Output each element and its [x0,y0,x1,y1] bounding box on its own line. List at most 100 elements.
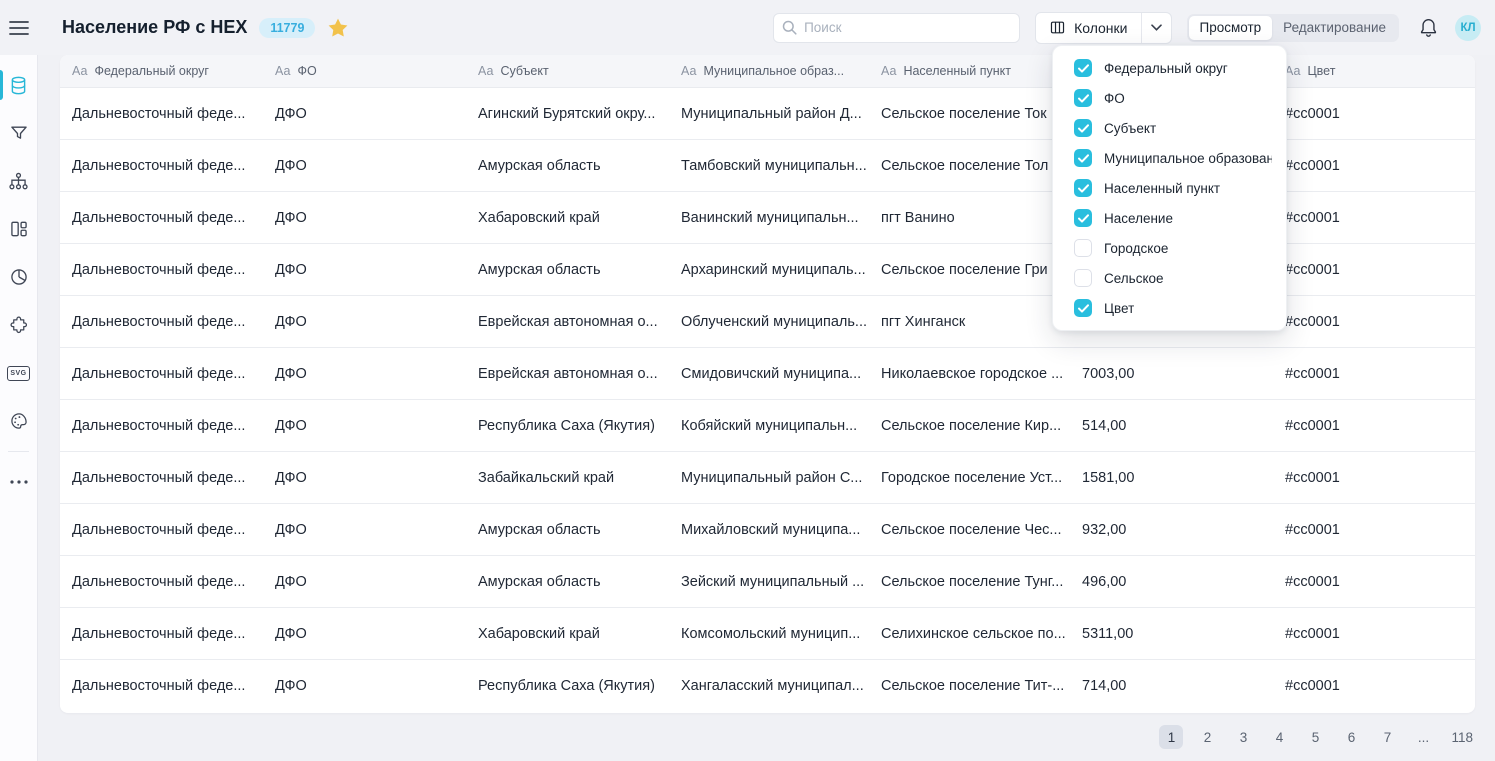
table-row[interactable]: Дальневосточный феде...ДФОЗабайкальский … [60,452,1475,504]
table-cell[interactable]: Дальневосточный феде... [72,262,275,278]
table-cell[interactable]: Хабаровский край [478,210,681,226]
table-cell[interactable]: Дальневосточный феде... [72,470,275,486]
sidebar-item-database[interactable] [0,61,37,109]
pagination-page-button[interactable]: 1 [1159,725,1183,749]
table-cell[interactable]: #cc0001 [1285,522,1475,538]
column-header[interactable]: АаМуниципальное образ... [681,64,881,78]
checkbox-checked-icon[interactable] [1074,89,1092,107]
table-cell[interactable]: Тамбовский муниципальн... [681,158,881,174]
table-cell[interactable]: Дальневосточный феде... [72,366,275,382]
table-cell[interactable]: 514,00 [1082,418,1285,434]
checkbox-checked-icon[interactable] [1074,209,1092,227]
pagination-page-button[interactable]: 4 [1267,725,1291,749]
table-cell[interactable]: Михайловский муниципа... [681,522,881,538]
favorite-star-icon[interactable] [328,18,348,37]
column-visibility-item[interactable]: Сельское [1053,263,1286,293]
table-cell[interactable]: Еврейская автономная о... [478,366,681,382]
table-cell[interactable]: ДФО [275,210,478,226]
table-cell[interactable]: Ванинский муниципальн... [681,210,881,226]
table-cell[interactable]: Забайкальский край [478,470,681,486]
table-cell[interactable]: 932,00 [1082,522,1285,538]
table-cell[interactable]: Амурская область [478,574,681,590]
table-cell[interactable]: Дальневосточный феде... [72,418,275,434]
table-cell[interactable]: #cc0001 [1285,158,1475,174]
column-visibility-item[interactable]: ФО [1053,83,1286,113]
pagination-page-button[interactable]: 3 [1231,725,1255,749]
table-cell[interactable]: Дальневосточный феде... [72,678,275,694]
table-cell[interactable]: Дальневосточный феде... [72,314,275,330]
column-visibility-item[interactable]: Субъект [1053,113,1286,143]
pagination-page-button[interactable]: 6 [1339,725,1363,749]
column-visibility-item[interactable]: Цвет [1053,293,1286,323]
table-cell[interactable]: Зейский муниципальный ... [681,574,881,590]
table-cell[interactable]: Сельское поселение Кир... [881,418,1082,434]
table-cell[interactable]: Сельское поселение Тит-... [881,678,1082,694]
column-visibility-item[interactable]: Федеральный округ [1053,53,1286,83]
column-header[interactable]: АаФедеральный округ [72,64,275,78]
sidebar-item-charts[interactable] [0,253,37,301]
user-avatar[interactable]: КЛ [1455,15,1481,41]
table-cell[interactable]: 5311,00 [1082,626,1285,642]
table-cell[interactable]: Кобяйский муниципальн... [681,418,881,434]
table-cell[interactable]: ДФО [275,678,478,694]
table-cell[interactable]: #cc0001 [1285,626,1475,642]
column-header[interactable]: АаФО [275,64,478,78]
sidebar-item-filters[interactable] [0,109,37,157]
checkbox-checked-icon[interactable] [1074,179,1092,197]
sidebar-item-hierarchy[interactable] [0,157,37,205]
column-header[interactable]: АаЦвет [1285,64,1475,78]
table-cell[interactable]: Муниципальный район Д... [681,106,881,122]
table-cell[interactable]: 714,00 [1082,678,1285,694]
table-cell[interactable]: Дальневосточный феде... [72,158,275,174]
search-input[interactable] [773,13,1020,43]
checkbox-checked-icon[interactable] [1074,149,1092,167]
table-cell[interactable]: Амурская область [478,522,681,538]
checkbox-unchecked-icon[interactable] [1074,239,1092,257]
table-cell[interactable]: #cc0001 [1285,262,1475,278]
table-cell[interactable]: 496,00 [1082,574,1285,590]
table-cell[interactable]: Архаринский муниципаль... [681,262,881,278]
table-cell[interactable]: ДФО [275,574,478,590]
sidebar-item-palette[interactable] [0,397,37,445]
table-cell[interactable]: #cc0001 [1285,418,1475,434]
table-cell[interactable]: ДФО [275,470,478,486]
columns-button[interactable]: Колонки [1036,13,1141,43]
table-cell[interactable]: #cc0001 [1285,106,1475,122]
table-cell[interactable]: ДФО [275,314,478,330]
checkbox-checked-icon[interactable] [1074,119,1092,137]
table-cell[interactable]: Облученский муниципаль... [681,314,881,330]
tab-edit-mode[interactable]: Редактирование [1272,16,1397,40]
sidebar-item-plugins[interactable] [0,301,37,349]
pagination-page-button[interactable]: 118 [1447,725,1477,749]
checkbox-checked-icon[interactable] [1074,59,1092,77]
column-visibility-item[interactable]: Население [1053,203,1286,233]
notifications-bell-icon[interactable] [1419,17,1438,38]
table-cell[interactable]: Комсомольский муницип... [681,626,881,642]
table-cell[interactable]: Дальневосточный феде... [72,626,275,642]
columns-dropdown-caret[interactable] [1142,13,1171,43]
table-cell[interactable]: #cc0001 [1285,678,1475,694]
table-row[interactable]: Дальневосточный феде...ДФОХабаровский кр… [60,608,1475,660]
table-cell[interactable]: Республика Саха (Якутия) [478,418,681,434]
table-row[interactable]: Дальневосточный феде...ДФОРеспублика Сах… [60,660,1475,712]
table-cell[interactable]: #cc0001 [1285,210,1475,226]
column-visibility-item[interactable]: Муниципальное образован... [1053,143,1286,173]
table-cell[interactable]: ДФО [275,626,478,642]
sidebar-item-more[interactable] [0,458,37,506]
table-cell[interactable]: #cc0001 [1285,470,1475,486]
table-cell[interactable]: Дальневосточный феде... [72,574,275,590]
tab-view-mode[interactable]: Просмотр [1189,16,1273,40]
table-cell[interactable]: Амурская область [478,158,681,174]
table-cell[interactable]: Еврейская автономная о... [478,314,681,330]
pagination-page-button[interactable]: 5 [1303,725,1327,749]
table-cell[interactable]: Хабаровский край [478,626,681,642]
table-row[interactable]: Дальневосточный феде...ДФОРеспублика Сах… [60,400,1475,452]
table-cell[interactable]: Дальневосточный феде... [72,210,275,226]
table-cell[interactable]: 1581,00 [1082,470,1285,486]
table-cell[interactable]: Смидовичский муниципа... [681,366,881,382]
table-cell[interactable]: Республика Саха (Якутия) [478,678,681,694]
table-cell[interactable]: Муниципальный район С... [681,470,881,486]
table-cell[interactable]: ДФО [275,522,478,538]
hamburger-menu-icon[interactable] [0,20,38,36]
table-cell[interactable]: ДФО [275,262,478,278]
